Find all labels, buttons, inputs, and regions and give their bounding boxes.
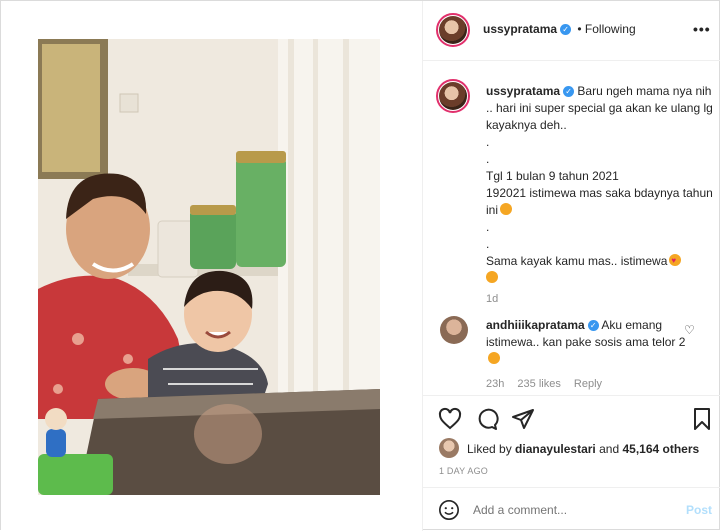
- caption-text-8-line: Sama kayak kamu mas.. istimewa: [486, 252, 714, 270]
- caption-text-7: .: [486, 237, 490, 251]
- comment-like-heart-icon[interactable]: ♡: [684, 323, 695, 337]
- verified-badge-icon: ✓: [560, 24, 572, 36]
- post-sidebar: ussypratama ✓ • Following ••• ussypratama…: [423, 1, 720, 531]
- likes-and: and: [599, 442, 620, 456]
- post-media-panel: [1, 1, 423, 531]
- post-timestamp[interactable]: 1 DAY AGO: [439, 466, 488, 476]
- caption-text-6: .: [486, 220, 490, 234]
- follow-status[interactable]: • Following: [577, 22, 635, 36]
- commenter-avatar[interactable]: [440, 316, 468, 344]
- comment-block: andhiiikapratama ✓ Aku emang istimewa.. k…: [486, 317, 696, 368]
- caption-text-4: Tgl 1 bulan 9 tahun 2021: [486, 169, 619, 183]
- post-header: ussypratama ✓ • Following •••: [423, 1, 720, 61]
- add-comment-input[interactable]: [473, 500, 673, 520]
- caption-text-8: Sama kayak kamu mas.. istimewa: [486, 254, 668, 268]
- avatar-image: [439, 16, 467, 44]
- caption-avatar[interactable]: [436, 79, 470, 113]
- add-comment-bar: Post: [423, 487, 720, 531]
- caption-block: ussypratama ✓ Baru ngeh mama nya nih .. h…: [486, 83, 714, 308]
- author-line: ussypratama ✓ • Following: [483, 22, 636, 36]
- action-bar: Liked by dianayulestari and 45,164 other…: [423, 395, 720, 487]
- comment-meta: 23h 235 likes Reply: [486, 378, 602, 390]
- caption-username[interactable]: ussypratama: [486, 84, 560, 98]
- instagram-post-window: ussypratama ✓ • Following ••• ussypratama…: [0, 0, 720, 531]
- author-username[interactable]: ussypratama: [483, 22, 557, 36]
- caption-time: 1d: [486, 293, 499, 305]
- likes-prefix: Liked by: [467, 442, 512, 456]
- comment-time: 23h: [486, 378, 505, 390]
- caption-text-2: .: [486, 135, 490, 149]
- post-photo[interactable]: [38, 39, 380, 495]
- emoji-picker-icon[interactable]: [438, 499, 460, 521]
- likes-others[interactable]: 45,164 others: [622, 442, 699, 456]
- more-dots-icon[interactable]: •••: [693, 21, 711, 37]
- commenter-username[interactable]: andhiiikapratama: [486, 318, 585, 332]
- liker-avatar[interactable]: [439, 438, 459, 458]
- verified-badge-icon: ✓: [563, 86, 575, 98]
- like-heart-icon[interactable]: [438, 407, 462, 431]
- comment-bubble-icon[interactable]: [475, 407, 499, 431]
- comment-likes[interactable]: 235 likes: [517, 378, 560, 390]
- photo-illustration: [38, 39, 380, 495]
- save-bookmark-icon[interactable]: [690, 407, 714, 431]
- wink-emoji-icon: [486, 271, 498, 283]
- avatar-image: [439, 82, 467, 110]
- liker-username[interactable]: dianayulestari: [515, 442, 596, 456]
- post-comment-button[interactable]: Post: [686, 503, 712, 517]
- smile-emoji-icon: [500, 203, 513, 215]
- caption-first-line: ussypratama ✓ Baru ngeh mama nya nih .. h…: [486, 83, 714, 134]
- caption-emoji-line: [486, 270, 714, 287]
- likes-summary: Liked by dianayulestari and 45,164 other…: [467, 442, 699, 456]
- caption-text-5: 192021 istimewa mas saka bdaynya tahun i…: [486, 186, 713, 217]
- verified-badge-icon: ✓: [587, 320, 599, 332]
- author-avatar[interactable]: [436, 13, 470, 47]
- caption-text-5-line: 192021 istimewa mas saka bdaynya tahun i…: [486, 185, 714, 219]
- heart-eyes-emoji-icon: [669, 252, 682, 269]
- laugh-emoji-icon: [488, 352, 500, 364]
- reply-button[interactable]: Reply: [574, 378, 602, 390]
- share-paper-plane-icon[interactable]: [511, 407, 535, 431]
- caption-text-3: .: [486, 152, 490, 166]
